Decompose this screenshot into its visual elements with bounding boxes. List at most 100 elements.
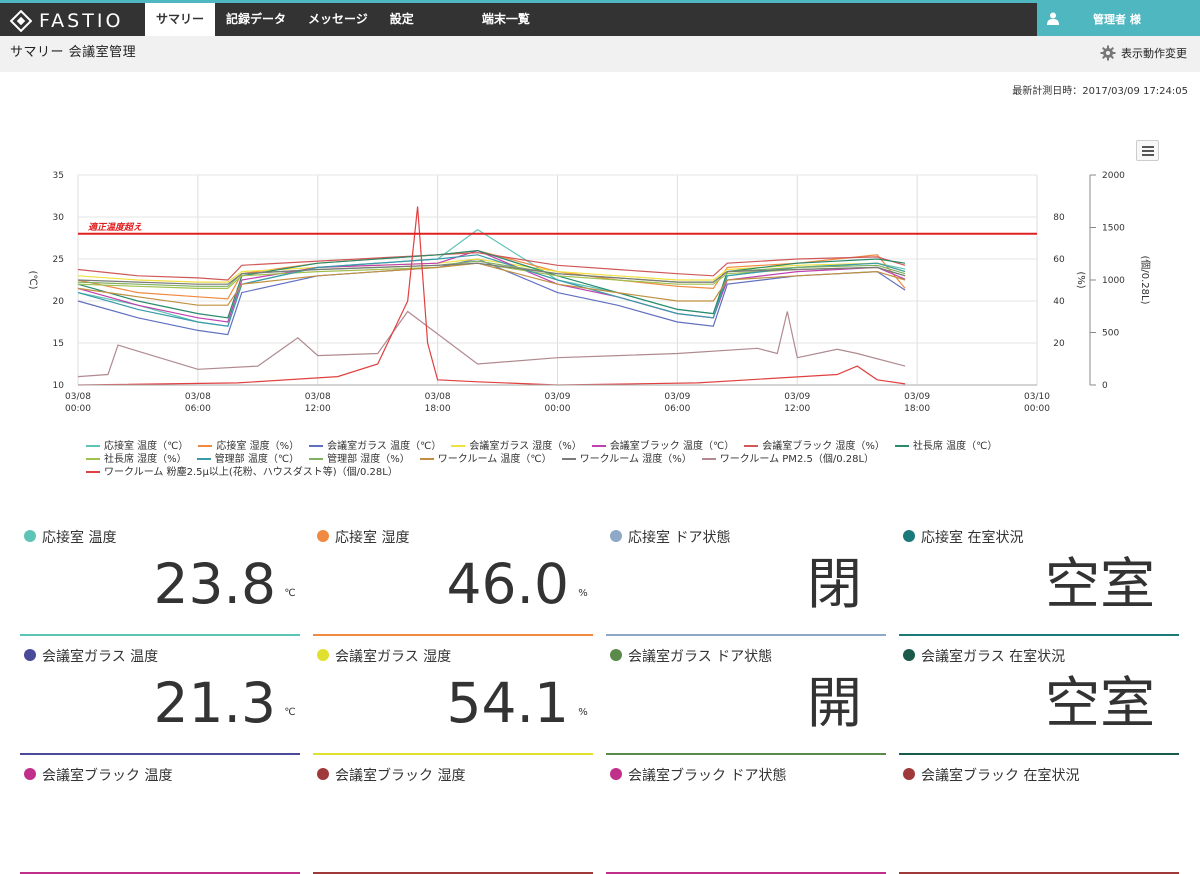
x-tick-label: 06:00 — [664, 404, 690, 414]
user-menu[interactable]: 管理者 様 — [1037, 3, 1200, 36]
card-value: 21.3 — [153, 671, 276, 735]
status-dot-icon — [317, 530, 329, 542]
card-unit: ℃ — [284, 588, 296, 599]
legend-item[interactable]: ワークルーム 湿度（%） — [561, 453, 692, 466]
card-title: 会議室ブラック 在室状況 — [921, 768, 1080, 784]
nav-summary[interactable]: サマリー — [145, 3, 216, 36]
sensor-card: 会議室ガラス 在室状況空室 — [899, 641, 1179, 755]
sensor-card: 応接室 温度 23.8 ℃ — [20, 522, 300, 636]
card-unit: % — [578, 707, 588, 718]
card-title: 会議室ガラス 温度 — [42, 649, 159, 665]
legend-swatch — [86, 445, 100, 447]
legend-item[interactable]: 会議室ガラス 温度（℃） — [309, 440, 441, 453]
sensor-card: 応接室 ドア状態閉 — [606, 522, 886, 636]
x-tick-label: 12:00 — [305, 404, 331, 414]
chart-legend: 応接室 温度（℃） 応接室 湿度（%） 会議室ガラス 温度（℃） 会議室ガラス 湿度（… — [86, 440, 1116, 479]
legend-item[interactable]: 管理部 湿度（%） — [309, 453, 410, 466]
legend-item[interactable]: 会議室ガラス 湿度（%） — [451, 440, 582, 453]
legend-item[interactable]: 会議室ブラック 湿度（%） — [744, 440, 885, 453]
display-change-label: 表示動作変更 — [1121, 47, 1187, 60]
legend-item[interactable]: 会議室ブラック 温度（℃） — [591, 440, 735, 453]
fastio-logo[interactable]: FASTIO — [10, 8, 123, 34]
status-dot-icon — [903, 649, 915, 661]
status-dot-icon — [610, 649, 622, 661]
card-underline — [606, 634, 886, 636]
status-dot-icon — [903, 768, 915, 780]
card-title: 応接室 温度 — [42, 530, 117, 546]
legend-item[interactable]: ワークルーム PM2.5（個/0.28L） — [701, 453, 875, 466]
legend-swatch — [86, 458, 100, 460]
card-underline — [20, 753, 300, 755]
y-right-axis-label: (個/0.28L) — [1139, 255, 1152, 304]
legend-label: 社長席 温度（℃） — [912, 441, 998, 452]
x-tick-label: 03/09 — [784, 392, 810, 402]
card-underline — [313, 753, 593, 755]
y-left-tick-label: 15 — [53, 339, 64, 349]
y-mid-tick-label: 80 — [1053, 213, 1065, 223]
status-dot-icon — [903, 530, 915, 542]
x-tick-label: 18:00 — [425, 404, 451, 414]
legend-label: 管理部 湿度（%） — [327, 454, 410, 465]
legend-swatch — [701, 458, 716, 460]
card-title: 会議室ガラス 在室状況 — [921, 649, 1066, 665]
y-left-axis-label: (℃) — [27, 270, 38, 289]
user-icon — [1047, 12, 1059, 25]
nav-settings[interactable]: 設定 — [379, 3, 425, 36]
legend-item[interactable]: 社長席 温度（℃） — [894, 440, 998, 453]
legend-item[interactable]: ワークルーム 温度（℃） — [419, 453, 552, 466]
y-right-tick-label: 1000 — [1102, 276, 1125, 286]
legend-item[interactable]: 管理部 温度（℃） — [196, 453, 300, 466]
card-value: 54.1 — [446, 671, 569, 735]
sensor-card: 会議室ブラック ドア状態 — [606, 760, 886, 874]
chart-menu-button[interactable] — [1136, 140, 1159, 161]
x-tick-label: 06:00 — [185, 404, 211, 414]
sensor-card: 会議室ブラック 在室状況 — [899, 760, 1179, 874]
legend-item[interactable]: 社長席 湿度（%） — [86, 453, 187, 466]
x-tick-label: 00:00 — [65, 404, 91, 414]
legend-label: 会議室ブラック 温度（℃） — [609, 441, 735, 452]
series-line-1 — [77, 249, 906, 300]
card-value: 空室 — [1044, 671, 1155, 735]
card-underline — [20, 634, 300, 636]
sensor-card: 会議室ブラック 湿度 — [313, 760, 593, 874]
card-title: 会議室ガラス 湿度 — [335, 649, 452, 665]
legend-swatch — [451, 445, 466, 447]
status-dot-icon — [610, 530, 622, 542]
legend-item[interactable]: 応接室 湿度（%） — [198, 440, 299, 453]
threshold-label: 適正温度超え — [88, 222, 142, 233]
display-change-button[interactable]: 表示動作変更 — [1100, 36, 1187, 70]
sensor-card: 応接室 湿度 46.0% — [313, 522, 593, 636]
nav-messages[interactable]: メッセージ — [297, 3, 379, 36]
x-tick-label: 03/08 — [185, 392, 211, 402]
y-right-tick-label: 0 — [1102, 381, 1108, 391]
x-tick-label: 03/09 — [904, 392, 930, 402]
y-left-tick-label: 35 — [53, 171, 64, 181]
nav-devices[interactable]: 端末一覧 — [471, 3, 541, 36]
legend-item[interactable]: ワークルーム 粉塵2.5μ以上(花粉、ハウスダスト等)（個/0.28L） — [86, 466, 398, 479]
x-tick-label: 00:00 — [545, 404, 571, 414]
nav-records[interactable]: 記録データ — [215, 3, 297, 36]
sub-header: サマリー 会議室管理 表示動作変更 — [0, 36, 1200, 72]
legend-label: 会議室ガラス 温度（℃） — [327, 441, 442, 452]
card-value: 閉 — [806, 552, 862, 616]
legend-swatch — [198, 445, 213, 447]
x-tick-label: 03/10 — [1024, 392, 1050, 402]
x-tick-label: 03/08 — [305, 392, 331, 402]
x-tick-label: 12:00 — [784, 404, 810, 414]
x-tick-label: 00:00 — [1024, 404, 1050, 414]
page-title: サマリー 会議室管理 — [10, 45, 137, 60]
legend-item[interactable]: 応接室 温度（℃） — [86, 440, 188, 453]
legend-label: 社長席 湿度（%） — [104, 454, 187, 465]
legend-swatch — [309, 445, 324, 447]
sensor-card: 会議室ガラス 温度 21.3 ℃ — [20, 641, 300, 755]
x-tick-label: 03/08 — [425, 392, 451, 402]
gear-icon — [1100, 45, 1116, 61]
card-value: 開 — [806, 671, 862, 735]
legend-label: ワークルーム PM2.5（個/0.28L） — [719, 454, 875, 465]
sensor-card: 会議室ブラック 温度 — [20, 760, 300, 874]
legend-label: ワークルーム 温度（℃） — [437, 454, 552, 465]
y-right-tick-label: 1500 — [1102, 224, 1125, 234]
legend-swatch — [744, 445, 759, 447]
legend-label: 管理部 温度（℃） — [214, 454, 300, 465]
legend-swatch — [561, 458, 576, 460]
